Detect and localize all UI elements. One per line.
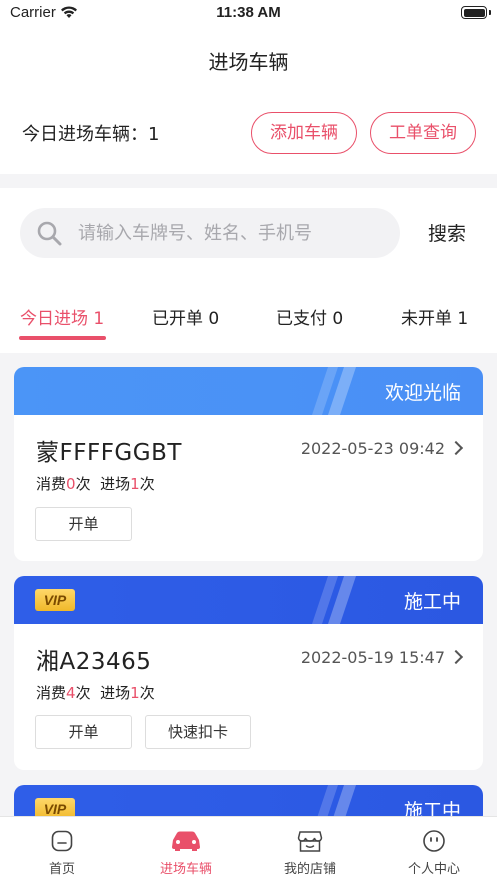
filter-tabs: 今日进场 1 已开单 0 已支付 0 未开单 1 [0, 290, 497, 350]
work-order-query-button[interactable]: 工单查询 [370, 112, 476, 154]
stripe-decoration [312, 576, 356, 624]
tabbar-home[interactable]: 首页 [0, 817, 124, 883]
bottom-tab-bar: 首页 进场车辆 我的店铺 个人中心 [0, 816, 497, 883]
entry-count: 1 [130, 684, 140, 702]
tabbar-store[interactable]: 我的店铺 [248, 817, 372, 883]
entry-datetime: 2022-05-19 15:47 [300, 648, 445, 667]
consume-count: 4 [66, 684, 76, 702]
open-order-button[interactable]: 开单 [35, 715, 132, 749]
consume-count: 0 [66, 475, 76, 493]
tabbar-vehicles[interactable]: 进场车辆 [124, 817, 248, 883]
car-icon [172, 831, 200, 851]
home-icon [51, 830, 73, 852]
battery-icon [461, 6, 487, 19]
clock: 11:38 AM [216, 4, 281, 21]
today-entry-count: 今日进场车辆：1 [22, 124, 160, 145]
tab-today-entry[interactable]: 今日进场 1 [20, 304, 104, 329]
quick-deduct-card-button[interactable]: 快速扣卡 [145, 715, 251, 749]
chevron-right-icon [448, 440, 464, 456]
search-input[interactable] [78, 220, 378, 246]
status-label: 欢迎光临 [384, 382, 461, 404]
active-tab-indicator [19, 336, 106, 340]
open-order-button[interactable]: 开单 [35, 507, 132, 541]
summary-section: 今日进场车辆：1 添加车辆 工单查询 [0, 86, 497, 174]
nav-bar: 进场车辆 [0, 26, 497, 86]
status-label: 施工中 [403, 591, 461, 613]
tab-not-opened[interactable]: 未开单 1 [401, 304, 468, 329]
status-bar: Carrier 11:38 AM [0, 0, 497, 26]
vehicle-card[interactable]: VIP 施工中 湘A23465 2022-05-19 15:47 消费4次 进场… [14, 576, 483, 770]
visit-stats: 消费0次 进场1次 [36, 475, 155, 493]
entry-datetime: 2022-05-23 09:42 [300, 439, 445, 458]
page-title: 进场车辆 [208, 50, 289, 74]
tab-paid[interactable]: 已支付 0 [276, 304, 343, 329]
search-box[interactable] [20, 208, 400, 258]
card-header: 欢迎光临 [14, 367, 483, 415]
entry-count: 1 [130, 475, 140, 493]
license-plate: 湘A23465 [36, 649, 152, 675]
search-icon [37, 221, 62, 246]
license-plate: 蒙FFFFGGBT [36, 440, 182, 466]
vehicle-card[interactable]: 欢迎光临 蒙FFFFGGBT 2022-05-23 09:42 消费0次 进场1… [14, 367, 483, 561]
chevron-right-icon [448, 649, 464, 665]
visit-stats: 消费4次 进场1次 [36, 684, 155, 702]
add-vehicle-button[interactable]: 添加车辆 [251, 112, 357, 154]
tabbar-profile[interactable]: 个人中心 [372, 817, 496, 883]
search-section: 搜索 今日进场 1 已开单 0 已支付 0 未开单 1 [0, 188, 497, 353]
stripe-decoration [312, 367, 356, 415]
vip-badge: VIP [35, 589, 75, 611]
card-header: VIP 施工中 [14, 576, 483, 624]
profile-icon [423, 830, 445, 852]
tab-order-opened[interactable]: 已开单 0 [152, 304, 219, 329]
store-icon [297, 831, 323, 852]
search-button[interactable]: 搜索 [428, 219, 466, 246]
